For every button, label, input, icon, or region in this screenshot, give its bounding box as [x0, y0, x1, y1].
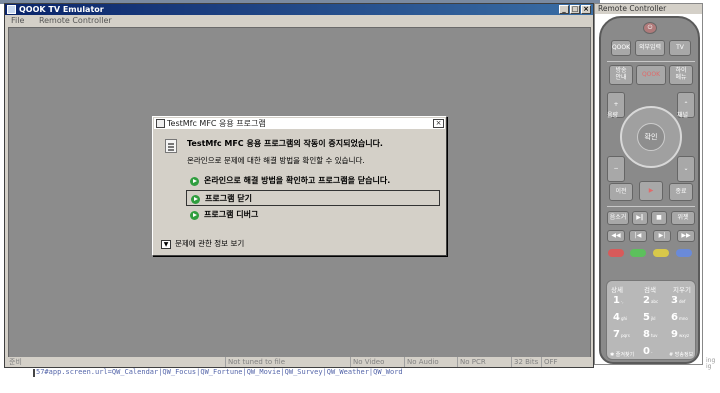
green-key[interactable]: [630, 249, 646, 257]
dialog-heading: TestMfc MFC 응용 프로그램의 작동이 중지되었습니다.: [187, 139, 383, 148]
qook-center-button[interactable]: QOOK: [636, 65, 666, 85]
status-audio: No Audio: [404, 357, 439, 367]
forward-button[interactable]: ▶▶: [677, 230, 695, 242]
play-pause-button[interactable]: ▶‖: [632, 211, 648, 225]
delete-button[interactable]: 지우기: [673, 284, 691, 294]
status-tune: Not tuned to file: [225, 357, 285, 367]
problem-details-label: 문제에 관한 정보 보기: [175, 239, 245, 248]
exit-button[interactable]: 종료: [669, 183, 693, 201]
next-button[interactable]: ▶|: [653, 230, 671, 242]
window-controls: _ □ ×: [559, 5, 591, 14]
guide-button[interactable]: 방송 안내: [609, 65, 633, 85]
green-arrow-icon: [190, 211, 199, 220]
chevron-down-icon[interactable]: ▼: [161, 239, 171, 249]
number-key-1[interactable]: 1·,: [613, 295, 624, 306]
menu-bar: File Remote Controller: [5, 15, 593, 26]
direction-pad[interactable]: 확인: [620, 106, 682, 168]
option-debug-program[interactable]: 프로그램 디버그: [186, 207, 440, 223]
number-key-5[interactable]: 5jkl: [643, 312, 656, 323]
detail-button[interactable]: 상세: [611, 284, 623, 294]
close-button[interactable]: ×: [581, 5, 591, 14]
status-ready: 준비: [9, 358, 22, 366]
search-button[interactable]: 검색: [644, 284, 656, 294]
divider: [607, 61, 695, 62]
number-key-6[interactable]: 6mno: [671, 312, 688, 323]
status-off: OFF: [541, 357, 558, 367]
yellow-key[interactable]: [653, 249, 669, 257]
divider: [607, 206, 695, 207]
desktop: QOOK TV Emulator _ □ × File Remote Contr…: [0, 0, 720, 393]
channel-down-button[interactable]: ⌄: [677, 156, 695, 182]
option-close-program[interactable]: 프로그램 닫기: [186, 190, 440, 206]
qook-button[interactable]: QOOK: [611, 40, 631, 56]
favorite-button[interactable]: 위젯: [671, 211, 695, 225]
channel-label: 채널: [677, 112, 689, 119]
dialog-close-button[interactable]: ×: [433, 119, 444, 128]
dialog-title: TestMfc MFC 응용 프로그램: [167, 119, 266, 128]
star-button[interactable]: ✱ 즐겨찾기: [610, 351, 634, 358]
green-arrow-icon: [190, 177, 199, 186]
option-label: 온라인으로 해결 방법을 확인하고 프로그램을 닫습니다.: [204, 176, 391, 185]
minimize-button[interactable]: _: [559, 5, 569, 14]
remote-controller-window: Remote Controller ⏻ QOOK 외부입력 TV 방송 안내 Q…: [594, 3, 703, 365]
menu-remote-controller[interactable]: Remote Controller: [39, 16, 112, 25]
option-label: 프로그램 디버그: [204, 210, 259, 219]
number-key-8[interactable]: 8tuv: [643, 329, 657, 340]
option-check-online[interactable]: 온라인으로 해결 방법을 확인하고 프로그램을 닫습니다.: [186, 173, 440, 189]
status-video: No Video: [350, 357, 384, 367]
green-arrow-icon: [191, 195, 200, 204]
number-key-7[interactable]: 7pqrs: [613, 329, 630, 340]
maximize-button[interactable]: □: [570, 5, 580, 14]
status-pcr: No PCR: [457, 357, 486, 367]
emulator-title: QOOK TV Emulator: [19, 5, 104, 14]
hash-button[interactable]: # 방송정보: [669, 351, 693, 358]
code-gutter-mark: [33, 369, 35, 377]
remote-body: ⏻ QOOK 외부입력 TV 방송 안내 QOOK 하이 메뉴 + 음량 ⌃ 채…: [599, 16, 700, 364]
red-key[interactable]: [608, 249, 624, 257]
option-label: 프로그램 닫기: [205, 194, 252, 203]
emulator-title-bar[interactable]: QOOK TV Emulator _ □ ×: [5, 4, 593, 15]
background-code-line: 57#app.screen.url=QW_Calendar|QW_Focus|Q…: [36, 368, 403, 376]
blue-key[interactable]: [676, 249, 692, 257]
error-dialog: TestMfc MFC 응용 프로그램 × TestMfc MFC 응용 프로그…: [152, 116, 447, 256]
pointer-button[interactable]: ▶: [639, 181, 663, 201]
hi-menu-button[interactable]: 하이 메뉴: [669, 65, 693, 85]
dialog-title-bar[interactable]: TestMfc MFC 응용 프로그램 ×: [154, 118, 445, 129]
status-bits: 32 Bits: [511, 357, 538, 367]
ok-button[interactable]: 확인: [637, 123, 665, 151]
number-key-2[interactable]: 2abc: [643, 295, 658, 306]
app-icon: [7, 5, 16, 14]
stop-button[interactable]: ■: [651, 211, 667, 225]
volume-label: 음량: [607, 112, 619, 119]
app-window-icon: [156, 119, 165, 128]
tv-button[interactable]: TV: [669, 40, 691, 56]
external-input-button[interactable]: 외부입력: [635, 40, 665, 56]
number-key-9[interactable]: 9wxyz: [671, 329, 689, 340]
number-key-3[interactable]: 3def: [671, 295, 685, 306]
mute-button[interactable]: 음소거: [607, 211, 629, 225]
background-side-text: ig: [706, 363, 712, 370]
dialog-subtext: 온라인으로 문제에 대한 해결 방법을 확인할 수 있습니다.: [187, 156, 365, 165]
prev-button[interactable]: |◀: [629, 230, 647, 242]
program-document-icon: [165, 139, 177, 153]
number-pad: 상세 검색 지우기 1·, 2abc 3def 4ghi 5jkl 6mno 7pqrs 8t…: [606, 280, 696, 360]
back-button[interactable]: 이전: [609, 183, 633, 201]
power-button[interactable]: ⏻: [643, 22, 657, 34]
status-bar: 준비 Not tuned to file No Video No Audio N…: [5, 357, 593, 367]
number-key-4[interactable]: 4ghi: [613, 312, 627, 323]
remote-title[interactable]: Remote Controller: [595, 4, 702, 14]
volume-down-button[interactable]: −: [607, 156, 625, 182]
menu-file[interactable]: File: [11, 16, 24, 25]
rewind-button[interactable]: ◀◀: [607, 230, 625, 242]
problem-details-toggle[interactable]: ▼ 문제에 관한 정보 보기: [161, 238, 244, 249]
number-key-0[interactable]: 0-: [643, 346, 652, 357]
